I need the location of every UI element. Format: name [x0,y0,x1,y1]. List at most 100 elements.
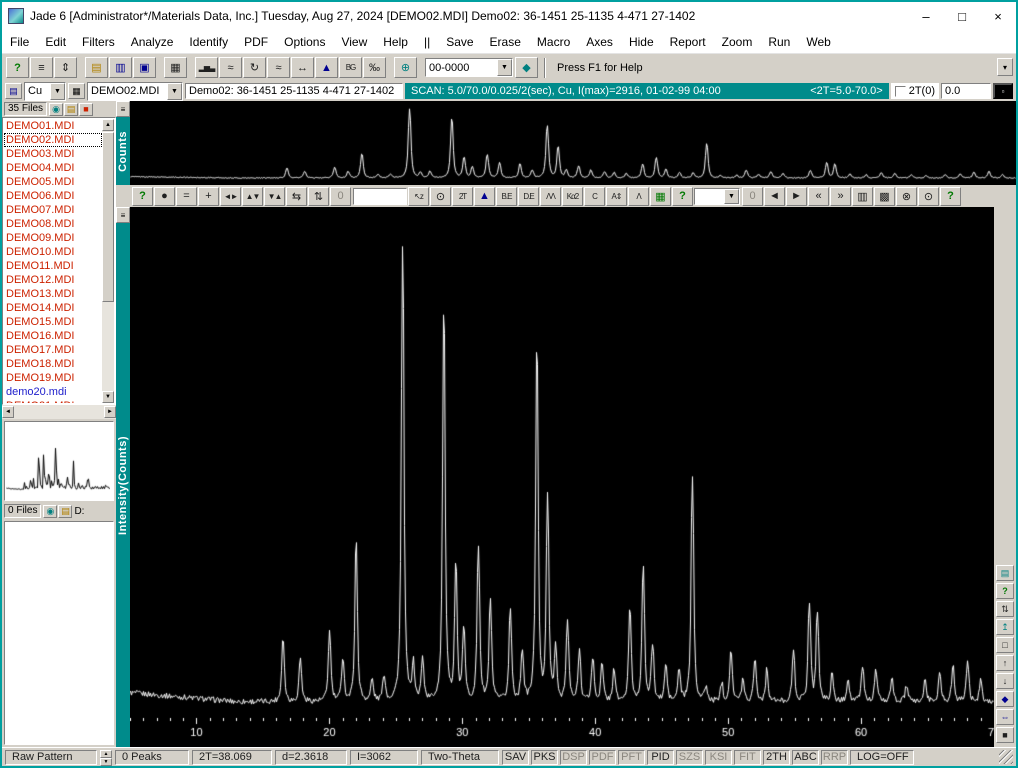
stack-view-button[interactable]: ▤ [996,565,1014,581]
file-list-hscroll[interactable]: ◄ ► [2,405,116,419]
pane-handle[interactable]: ≡ [116,207,130,223]
toggle-sav[interactable]: SAV [502,749,529,765]
scroll-down-icon[interactable]: ▼ [102,391,114,403]
overlay-button[interactable]: ≈ [219,57,242,78]
view-icon[interactable]: ◉ [43,504,58,518]
normalize-button[interactable]: ‰ [363,57,386,78]
open-file-button[interactable]: ▤ [85,57,108,78]
chevron-down-icon[interactable]: ▼ [497,59,512,76]
menu-file[interactable]: File [2,35,37,49]
toggle-abc[interactable]: ABC [792,749,819,765]
toggle-pid[interactable]: PID [647,749,674,765]
anode-select[interactable]: Cu ▼ [24,81,66,101]
calibrate-button[interactable]: C [584,186,605,206]
spinner-down-icon[interactable]: ▼ [100,757,112,766]
file-list-item[interactable]: DEMO18.MDI [4,357,102,371]
menu-zoom[interactable]: Zoom [714,35,761,49]
toggle-pdf[interactable]: PDF [589,749,616,765]
menu-view[interactable]: View [333,35,375,49]
import-button[interactable]: ▥ [109,57,132,78]
close-button[interactable]: × [980,2,1016,30]
file-list-item[interactable]: DEMO12.MDI [4,273,102,287]
pan-horizontal-button[interactable]: ◄► [220,186,241,206]
scroll-vertical-button[interactable]: ⇅ [996,601,1014,617]
close-all-icon[interactable]: ■ [79,102,94,116]
erase-button[interactable]: ● [154,186,175,206]
toggle-fit[interactable]: FIT [734,749,761,765]
menu-report[interactable]: Report [662,35,714,49]
scrollbar-thumb[interactable] [102,132,114,302]
toggle-pks[interactable]: PKS [531,749,558,765]
swap-horizontal-button[interactable]: ⇆ [286,186,307,206]
menu-erase[interactable]: Erase [482,35,529,49]
exclude-button[interactable]: ⊗ [896,186,917,206]
expand-button[interactable]: + [198,186,219,206]
file-list-item[interactable]: DEMO16.MDI [4,329,102,343]
menu-separator[interactable]: || [416,35,438,49]
menu-web[interactable]: Web [798,35,838,49]
scale-up-button[interactable]: ↥ [996,619,1014,635]
peak-id-button[interactable]: ▲ [474,186,495,206]
file-list-item[interactable]: DEMO13.MDI [4,287,102,301]
menu-edit[interactable]: Edit [37,35,74,49]
scroll-left-icon[interactable]: ◄ [2,406,14,418]
main-chart-canvas[interactable] [130,207,994,747]
equalize-button[interactable]: = [176,186,197,206]
file-list-item[interactable]: demo20.mdi [4,385,102,399]
shift-right-button[interactable]: » [830,186,851,206]
file-list-item[interactable]: DEMO10.MDI [4,245,102,259]
grid-toggle-button[interactable]: ▦ [68,83,85,99]
sort-amplitude-button[interactable]: A⇕ [606,186,627,206]
peak-small-button[interactable]: Λ [628,186,649,206]
peak-profile-button[interactable]: ΛΛ [540,186,561,206]
toggle-szs[interactable]: SZS [676,749,703,765]
file-list-item[interactable]: DEMO09.MDI [4,231,102,245]
menu-analyze[interactable]: Analyze [123,35,182,49]
scroll-right-icon[interactable]: ► [104,406,116,418]
histogram-button[interactable]: ▂▅▃ [195,57,218,78]
be-filter-button[interactable]: B.E [496,186,517,206]
nudge-left-button[interactable]: ◄ [764,186,785,206]
menu-macro[interactable]: Macro [529,35,578,49]
file-list-item[interactable]: DEMO11.MDI [4,259,102,273]
file-select[interactable]: DEMO02.MDI ▼ [87,81,183,101]
axis-2t-button[interactable]: 2T [452,186,473,206]
folder-icon[interactable]: ▤ [58,504,73,518]
shift-left-button[interactable]: « [808,186,829,206]
file-list-item[interactable]: DEMO07.MDI [4,203,102,217]
collapse-corner-button[interactable]: ▫ [993,83,1013,99]
minimize-button[interactable]: – [908,2,944,30]
pan-down-button[interactable]: ↓ [996,673,1014,689]
smooth-button[interactable]: ≈ [267,57,290,78]
kalpha2-button[interactable]: Kα2 [562,186,583,206]
menu-axes[interactable]: Axes [578,35,621,49]
report-button[interactable]: ≡ [30,57,53,78]
full-view-button[interactable]: ■ [996,727,1014,743]
profile-fit-button[interactable]: ▲ [315,57,338,78]
twotheta-zero-checkbox[interactable] [894,85,906,97]
pattern-spinner[interactable]: ▲ ▼ [100,749,112,766]
file-list-item[interactable]: DEMO15.MDI [4,315,102,329]
toolbar-overflow-button[interactable]: ▾ [997,58,1013,76]
toggle-pft[interactable]: PFT [618,749,645,765]
d-spacing-input[interactable] [353,187,407,205]
twotheta-zero-input[interactable]: 0.0 [941,83,991,99]
pan-up-button[interactable]: ↑ [996,655,1014,671]
include-button[interactable]: ⊙ [918,186,939,206]
background-button[interactable]: BG [339,57,362,78]
help-button[interactable]: ? [6,57,29,78]
collapse-button[interactable]: ▼▲ [264,186,285,206]
zoom-count[interactable]: 0 [330,186,351,206]
scroll-up-icon[interactable]: ▲ [102,119,114,131]
maximize-button[interactable]: □ [944,2,980,30]
view-icon[interactable]: ◉ [49,102,64,116]
select-region-button[interactable]: □ [996,637,1014,653]
de-filter-button[interactable]: D.E [518,186,539,206]
help-button[interactable]: ? [996,583,1014,599]
menu-help[interactable]: Help [375,35,416,49]
menu-run[interactable]: Run [760,35,798,49]
nudge-right-button[interactable]: ► [786,186,807,206]
web-globe-button[interactable]: ⊕ [394,57,417,78]
menu-pdf[interactable]: PDF [236,35,276,49]
file-list-scrollbar[interactable]: ▲ ▼ [102,119,114,403]
